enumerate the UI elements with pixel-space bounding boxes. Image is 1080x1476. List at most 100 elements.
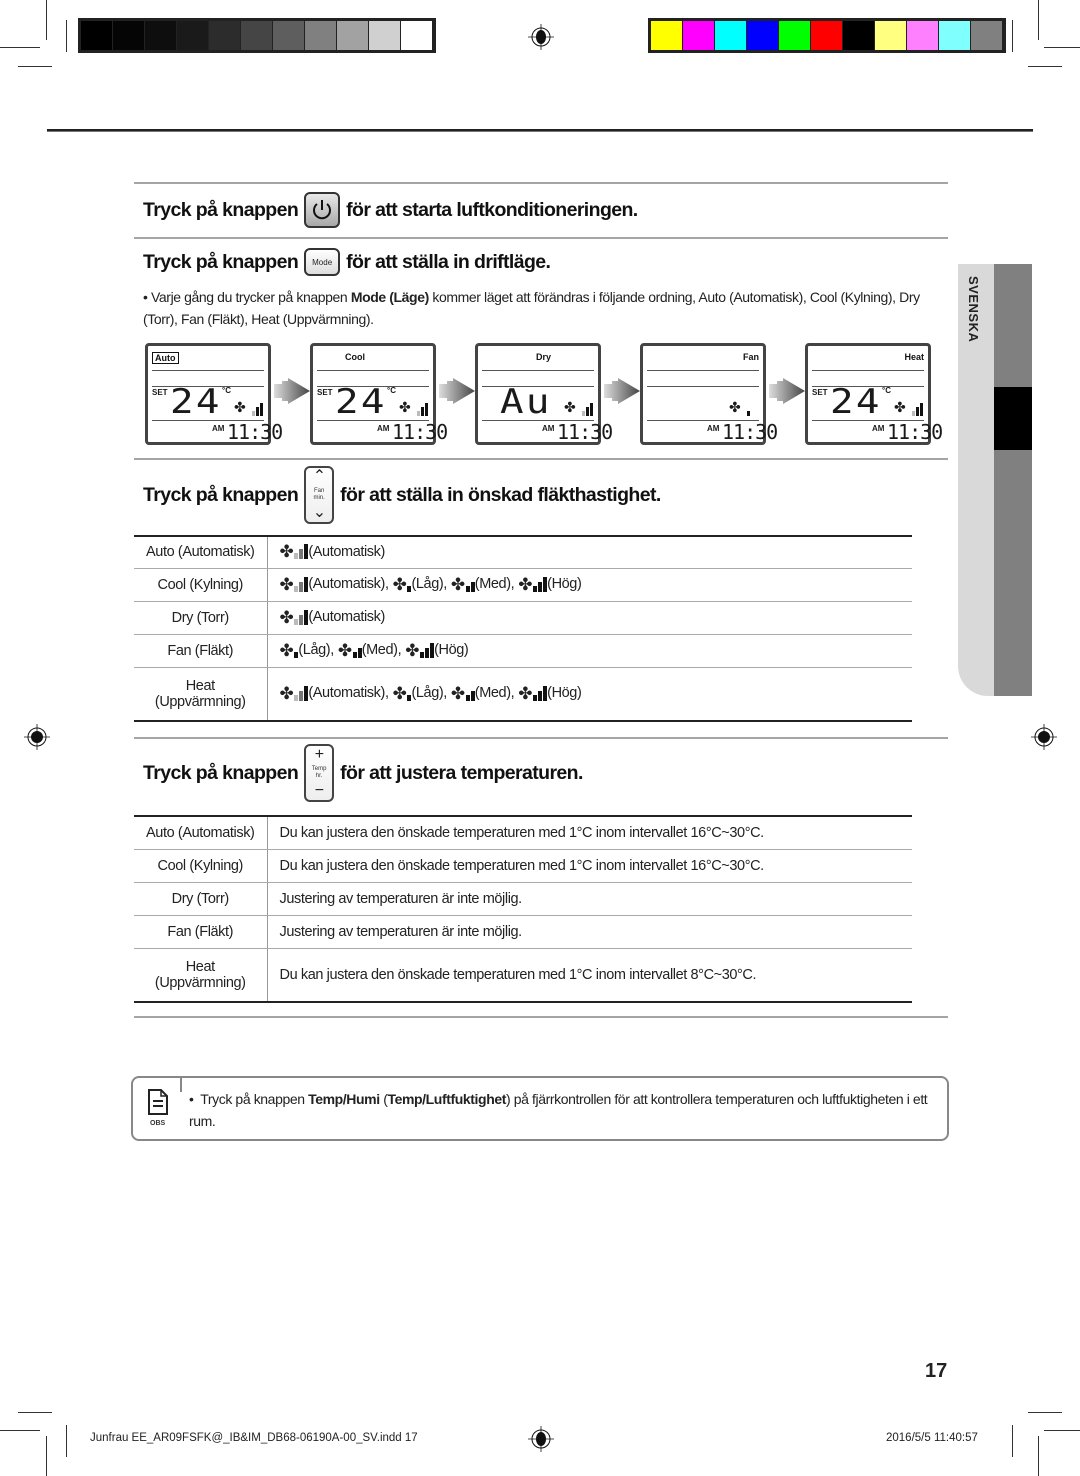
fan-speed-label: (Hög)	[434, 642, 469, 658]
fan-speed-option-high: ✤ (Hög)	[405, 642, 469, 659]
color-swatch	[337, 21, 369, 50]
fan-speed-bar	[299, 581, 304, 592]
section-divider	[134, 182, 948, 184]
color-swatch	[401, 21, 433, 50]
lcd-am-label: AM	[542, 424, 555, 433]
crop-mark	[18, 66, 52, 67]
fan-speed-option-high: ✤ (Hög)	[518, 576, 582, 593]
color-swatch	[145, 21, 177, 50]
table-row: Cool (Kylning) Du kan justera den önskade…	[134, 849, 912, 883]
crop-mark	[1038, 0, 1039, 40]
crop-mark	[0, 47, 40, 48]
fan-speed-option-low: ✤ (Låg),	[279, 640, 335, 660]
lcd-am-label: AM	[377, 424, 390, 433]
color-swatch	[843, 21, 875, 50]
fan-speed-bar	[421, 407, 424, 416]
arrow-right-icon	[274, 378, 310, 404]
mode-cell: Heat (Uppvärmning)	[134, 667, 268, 722]
section-divider	[134, 1016, 948, 1018]
crop-mark	[18, 1412, 52, 1413]
fan-speed-label: (Automatisk)	[308, 543, 385, 560]
footer-filename: Junfrau EE_AR09FSFK@_IB&IM_DB68-06190A-0…	[90, 1432, 418, 1444]
heading-prefix: Tryck på knappen	[143, 198, 299, 221]
lcd-am-label: AM	[707, 424, 720, 433]
lcd-temperature: 24	[830, 382, 882, 422]
header-rule	[47, 129, 1033, 132]
bullet: •	[189, 1091, 194, 1107]
page-number: 17	[925, 1360, 948, 1382]
heading-prefix: Tryck på knappen	[143, 250, 299, 273]
power-button[interactable]	[304, 192, 341, 228]
color-swatch	[369, 21, 401, 50]
fan-speed-label: (Automatisk),	[308, 576, 389, 592]
heading-prefix: Tryck på knappen	[143, 483, 299, 506]
fan-speed-button[interactable]: ⌃ Fan min. ⌄	[304, 466, 335, 524]
fan-speed-indicator	[465, 686, 475, 701]
note-divider	[180, 1078, 182, 1092]
fan-speed-bar	[912, 411, 915, 416]
lcd-clock: 11:30	[392, 420, 448, 444]
heading-suffix: för att ställa in önskad fläkthastighet.	[340, 483, 661, 506]
note-icon-label: OBS	[150, 1120, 166, 1127]
plus-icon: +	[314, 746, 324, 763]
fan-speed-indicator	[465, 577, 475, 592]
fan-speed-option-med: ✤ (Med),	[451, 685, 515, 702]
color-swatch	[113, 21, 145, 50]
color-swatch	[209, 21, 241, 50]
heading-prefix: Tryck på knappen	[143, 761, 299, 784]
heading-suffix: för att starta luftkonditioneringen.	[346, 198, 638, 221]
fan-speed-indicator	[294, 685, 309, 701]
lcd-am-label: AM	[872, 424, 885, 433]
fan-icon: ✤	[518, 683, 533, 703]
table-row: Cool (Kylning) ✤ (Automatisk), ✤ (Låg), ✤ (…	[134, 568, 912, 602]
lcd-unit: °C	[222, 386, 231, 395]
language-tab-label: SVENSKA	[966, 276, 981, 343]
color-swatch	[273, 21, 305, 50]
crop-mark	[1012, 20, 1013, 52]
temperature-description: Justering av temperaturen är inte möjlig…	[267, 882, 912, 916]
fan-icon: ✤	[564, 399, 576, 415]
fan-speed-option-low: ✤ (Låg),	[393, 576, 448, 593]
color-swatch	[971, 21, 1003, 50]
table-row: Fan (Fläkt) ✤ (Låg), ✤ (Med), ✤ (Hög)	[134, 634, 912, 668]
fan-speed-bar	[916, 407, 919, 416]
fan-speed-bar	[425, 647, 430, 658]
fan-speed-indicator	[533, 576, 548, 592]
fan-speed-bar	[299, 690, 304, 701]
crop-mark	[46, 0, 47, 40]
temp-heading: Tryck på knappen + Temp hr. − för att jus…	[143, 744, 583, 802]
fan-speed-bar	[294, 618, 299, 625]
table-row: Dry (Torr) ✤ (Automatisk)	[134, 601, 912, 635]
fan-icon: ✤	[234, 399, 246, 415]
crop-mark	[1028, 1412, 1062, 1413]
fan-icon: ✤	[337, 640, 352, 660]
lcd-temperature: 24	[170, 382, 222, 422]
color-swatch	[779, 21, 811, 50]
fan-icon: ✤	[450, 574, 465, 594]
fan-speed-bar	[294, 553, 299, 560]
lcd-am-label: AM	[212, 424, 225, 433]
fan-icon: ✤	[279, 640, 294, 660]
temp-button[interactable]: + Temp hr. −	[304, 744, 335, 802]
grayscale-calibration-bar	[78, 18, 436, 53]
fan-speed-option-low: ✤ (Låg),	[392, 683, 448, 703]
lcd-divider	[647, 386, 759, 387]
fan-speed-bar	[747, 411, 750, 416]
mode-button[interactable]: Mode	[304, 248, 341, 276]
fan-speed-label: (Med),	[361, 642, 402, 658]
lcd-temperature: Au	[500, 382, 552, 422]
fan-speed-bar	[586, 407, 589, 416]
fan-icon: ✤	[392, 683, 407, 703]
fan-speed-label: (Låg),	[411, 685, 447, 702]
fan-icon: ✤	[279, 574, 294, 594]
color-swatch	[81, 21, 113, 50]
mode-cell: Auto (Automatisk)	[134, 815, 268, 850]
fan-speed-bar	[582, 411, 585, 416]
color-swatch	[683, 21, 715, 50]
lcd-clock: 11:30	[227, 420, 283, 444]
fan-speed-option-high: ✤ (Hög)	[518, 683, 582, 703]
fan-speed-bar	[294, 585, 299, 592]
fan-icon: ✤	[279, 607, 294, 627]
text: Varje gång du trycker på knappen	[151, 289, 351, 305]
table-row: Fan (Fläkt) Justering av temperaturen är …	[134, 915, 912, 949]
